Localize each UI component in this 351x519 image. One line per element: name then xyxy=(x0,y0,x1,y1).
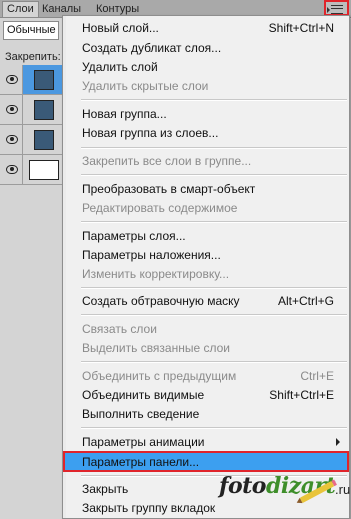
menu-item-label: Выполнить сведение xyxy=(82,407,200,421)
menu-separator xyxy=(81,287,347,289)
layer-thumbnail xyxy=(29,160,59,180)
menu-item-panel-options[interactable]: Параметры панели... xyxy=(63,451,349,472)
eye-icon xyxy=(6,165,18,174)
menu-item-blending-options[interactable]: Параметры наложения... xyxy=(64,245,348,265)
layer-thumb-cell xyxy=(23,125,62,154)
menu-separator xyxy=(81,427,347,429)
menu-item-new-group-from-layers[interactable]: Новая группа из слоев... xyxy=(64,123,348,143)
menu-item-label: Закрыть группу вкладок xyxy=(82,501,216,515)
panel-menu-icon xyxy=(331,5,343,14)
eye-icon xyxy=(6,105,18,114)
layer-row[interactable] xyxy=(0,125,62,155)
menu-item-lock-all-in-group: Закрепить все слои в группе... xyxy=(64,151,348,171)
menu-item-label: Параметры слоя... xyxy=(82,229,186,243)
menu-item-label: Новая группа... xyxy=(82,107,167,121)
menu-separator xyxy=(81,314,347,316)
panel-menu-button[interactable] xyxy=(324,0,349,16)
layer-row[interactable] xyxy=(0,65,62,95)
menu-item-delete-hidden-layers: Удалить скрытые слои xyxy=(64,76,348,96)
menu-item-delete-layer[interactable]: Удалить слой xyxy=(64,57,348,77)
visibility-toggle[interactable] xyxy=(0,155,23,184)
menu-item-label: Параметры панели... xyxy=(82,455,200,469)
menu-separator xyxy=(81,361,347,363)
layer-thumbnail xyxy=(34,130,54,150)
menu-item-label: Параметры наложения... xyxy=(82,248,221,262)
menu-item-layer-properties[interactable]: Параметры слоя... xyxy=(64,226,348,246)
menu-item-label: Объединить с предыдущим xyxy=(82,369,237,383)
menu-item-shortcut: Alt+Ctrl+G xyxy=(277,294,334,308)
menu-item-shortcut: Ctrl+E xyxy=(300,369,334,383)
eye-icon xyxy=(6,135,18,144)
lock-label: Закрепить: xyxy=(5,51,61,63)
layer-thumbnail xyxy=(34,100,54,120)
submenu-arrow-icon xyxy=(336,438,340,446)
menu-item-convert-to-smart-object[interactable]: Преобразовать в смарт-объект xyxy=(64,179,348,199)
menu-item-label: Параметры анимации xyxy=(82,435,205,449)
menu-item-label: Удалить слой xyxy=(82,60,158,74)
menu-item-label: Новая группа из слоев... xyxy=(82,126,219,140)
menu-item-create-clipping-mask[interactable]: Создать обтравочную маску Alt+Ctrl+G xyxy=(64,291,348,311)
menu-item-edit-contents: Редактировать содержимое xyxy=(64,198,348,218)
menu-arrow-icon xyxy=(327,7,330,13)
menu-item-flatten-image[interactable]: Выполнить сведение xyxy=(64,404,348,424)
blend-mode-select[interactable]: Обычные xyxy=(3,21,59,40)
menu-item-label: Редактировать содержимое xyxy=(82,201,238,215)
menu-item-label: Закрепить все слои в группе... xyxy=(82,154,252,168)
layer-thumb-cell xyxy=(23,65,62,94)
menu-separator xyxy=(81,221,347,223)
watermark-logo: fotodizart .ru xyxy=(219,473,351,504)
menu-item-label: Объединить видимые xyxy=(82,388,205,402)
visibility-toggle[interactable] xyxy=(0,95,23,124)
menu-item-edit-adjustment: Изменить корректировку... xyxy=(64,264,348,284)
menu-item-label: Выделить связанные слои xyxy=(82,341,231,355)
menu-item-shortcut: Shift+Ctrl+N xyxy=(268,21,334,35)
menu-item-label: Связать слои xyxy=(82,322,157,336)
menu-item-select-linked-layers: Выделить связанные слои xyxy=(64,338,348,358)
layer-row[interactable] xyxy=(0,95,62,125)
visibility-toggle[interactable] xyxy=(0,125,23,154)
panel-flyout-menu: Новый слой... Shift+Ctrl+N Создать дублик… xyxy=(62,15,350,519)
layer-thumb-cell xyxy=(23,95,62,124)
menu-item-label: Удалить скрытые слои xyxy=(82,79,209,93)
menu-item-label: Создать обтравочную маску xyxy=(82,294,240,308)
watermark-text: fotodizart xyxy=(219,473,336,499)
menu-item-merge-visible[interactable]: Объединить видимые Shift+Ctrl+E xyxy=(64,385,348,405)
menu-item-animation-options[interactable]: Параметры анимации xyxy=(64,432,348,452)
tab-layers[interactable]: Слои xyxy=(2,1,39,17)
menu-item-new-group[interactable]: Новая группа... xyxy=(64,104,348,124)
menu-separator xyxy=(81,99,347,101)
menu-item-duplicate-layer[interactable]: Создать дубликат слоя... xyxy=(64,38,348,58)
layer-thumb-cell xyxy=(23,155,62,184)
menu-item-new-layer[interactable]: Новый слой... Shift+Ctrl+N xyxy=(64,18,348,38)
eye-icon xyxy=(6,75,18,84)
menu-item-label: Изменить корректировку... xyxy=(82,267,230,281)
layer-row[interactable] xyxy=(0,155,62,185)
menu-item-shortcut: Shift+Ctrl+E xyxy=(269,388,334,402)
menu-item-label: Новый слой... xyxy=(82,21,159,35)
menu-item-merge-down: Объединить с предыдущим Ctrl+E xyxy=(64,366,348,386)
menu-item-label: Создать дубликат слоя... xyxy=(82,41,222,55)
layers-list xyxy=(0,65,62,185)
menu-item-link-layers: Связать слои xyxy=(64,319,348,339)
menu-item-label: Преобразовать в смарт-объект xyxy=(82,182,256,196)
menu-separator xyxy=(81,147,347,149)
menu-separator xyxy=(81,174,347,176)
visibility-toggle[interactable] xyxy=(0,65,23,94)
menu-item-label: Закрыть xyxy=(82,482,129,496)
watermark-domain: .ru xyxy=(335,482,351,497)
layer-thumbnail xyxy=(34,70,54,90)
